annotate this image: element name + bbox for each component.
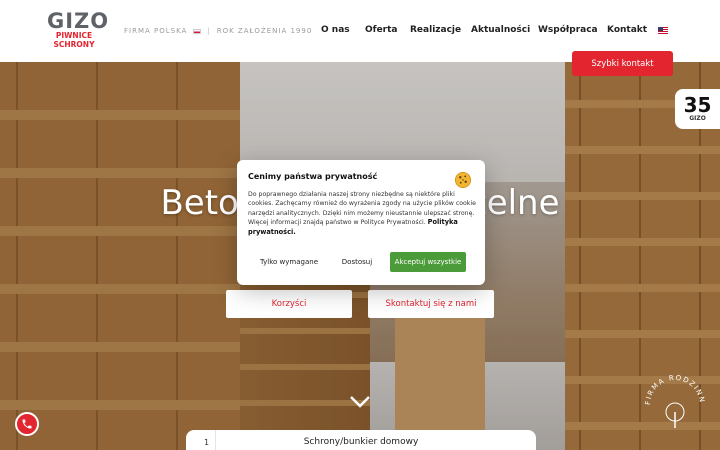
- logo-line-2: SCHRONY: [53, 40, 95, 49]
- cookie-consent-dialog: Cenimy państwa prywatność Do poprawnego …: [237, 160, 485, 285]
- cookie-dialog-body: Do poprawnego działania naszej strony ni…: [248, 190, 476, 237]
- nav-item-aktualnosci[interactable]: Aktualności: [471, 25, 530, 35]
- nav-item-kontakt[interactable]: Kontakt: [607, 25, 647, 35]
- accept-all-button[interactable]: Akceptuj wszystkie: [390, 252, 466, 272]
- nav-item-oferta[interactable]: Oferta: [365, 25, 397, 35]
- contact-us-button[interactable]: Skontaktuj się z nami: [368, 290, 494, 318]
- hero-title-fragment-left: Beto: [160, 183, 239, 223]
- cookie-dialog-title: Cenimy państwa prywatność: [248, 172, 378, 181]
- phone-button[interactable]: [15, 412, 39, 436]
- offer-card-title: Schrony/bunkier domowy: [303, 437, 419, 447]
- flag-us-icon[interactable]: [658, 27, 668, 34]
- nav-item-o-nas[interactable]: O nas: [321, 25, 350, 35]
- offer-card[interactable]: Schrony/bunkier domowy 1: [186, 430, 536, 450]
- stamp-text: FIRMA RODZINNA: [640, 370, 705, 405]
- phone-icon: [22, 419, 32, 429]
- svg-text:FIRMA RODZINNA: FIRMA RODZINNA: [640, 370, 706, 405]
- chevron-down-icon[interactable]: [349, 395, 371, 409]
- benefits-button[interactable]: Korzyści: [226, 290, 352, 318]
- customize-button[interactable]: Dostosuj: [333, 252, 381, 272]
- nav-item-wspolpraca[interactable]: Współpraca: [538, 25, 598, 35]
- anniversary-badge: 35 GIZO: [675, 89, 720, 129]
- nav-item-realizacje[interactable]: Realizacje: [410, 25, 461, 35]
- anniversary-brand: GIZO: [689, 115, 706, 122]
- anniversary-number: 35: [683, 93, 712, 117]
- required-only-button[interactable]: Tylko wymagane: [251, 252, 327, 272]
- quick-contact-button[interactable]: Szybki kontakt: [572, 51, 673, 76]
- offer-card-index: 1: [198, 430, 216, 450]
- family-company-stamp: FIRMA RODZINNA: [640, 370, 706, 428]
- cookie-icon: [454, 171, 472, 189]
- main-nav: O nas Oferta Realizacje Aktualności Wspó…: [0, 25, 720, 39]
